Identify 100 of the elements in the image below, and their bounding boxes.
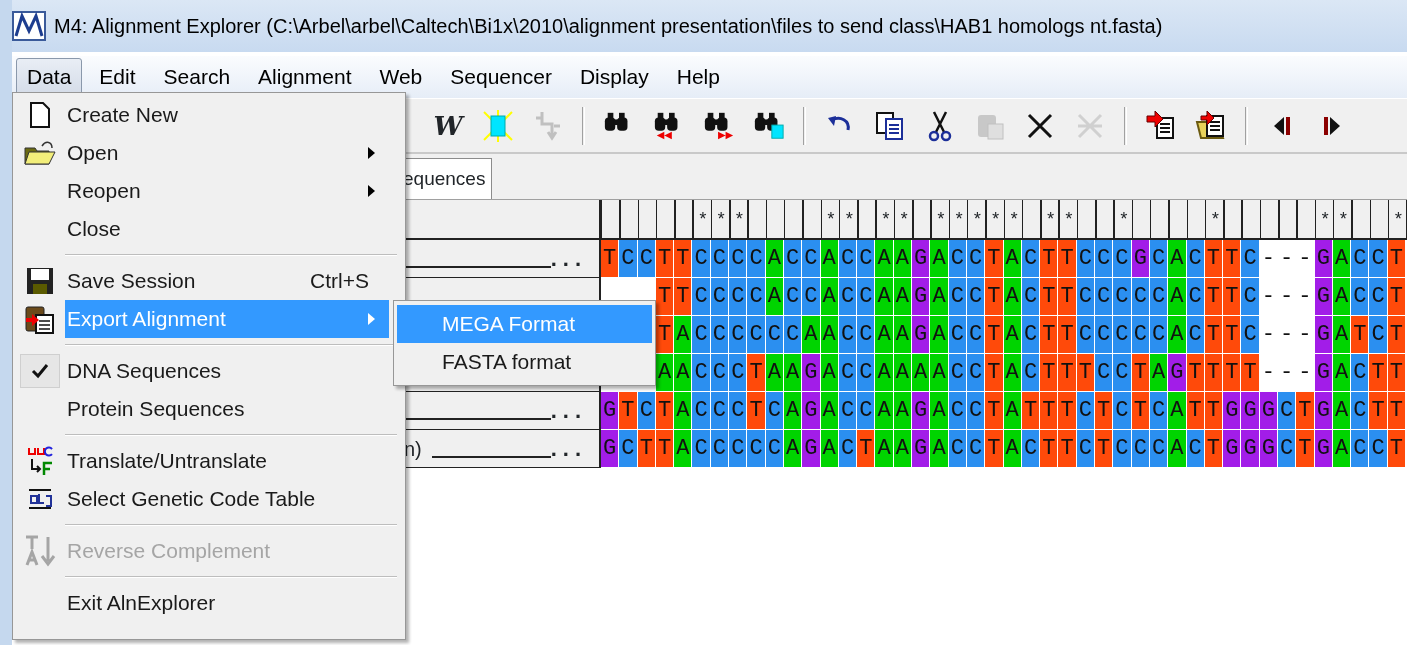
nucleotide: C bbox=[1351, 278, 1370, 316]
nucleotide: T bbox=[1223, 316, 1242, 354]
menu-item[interactable]: Edit bbox=[88, 58, 147, 96]
nucleotide: T bbox=[655, 278, 675, 316]
nucleotide: T bbox=[674, 240, 693, 278]
copy-icon[interactable] bbox=[875, 110, 905, 141]
nucleotide: C bbox=[1241, 240, 1260, 278]
nucleotide: A bbox=[875, 240, 894, 278]
binoculars-right-arrows-icon[interactable] bbox=[703, 110, 735, 141]
nucleotide: T bbox=[1241, 354, 1260, 392]
nucleotide: T bbox=[1369, 354, 1388, 392]
nucleotide: A bbox=[1168, 240, 1187, 278]
nucleotide: C bbox=[857, 354, 876, 392]
menu-item[interactable]: Sequencer bbox=[439, 58, 563, 96]
nucleotide: C bbox=[1113, 278, 1132, 316]
menu-item[interactable]: FASTA format bbox=[397, 343, 652, 381]
nucleotide: C bbox=[1351, 430, 1370, 468]
nucleotide: T bbox=[985, 430, 1004, 468]
nucleotide: T bbox=[1058, 354, 1077, 392]
nucleotide: G bbox=[601, 392, 620, 430]
nucleotide: C bbox=[1095, 316, 1114, 354]
next-icon[interactable] bbox=[1322, 114, 1342, 137]
menu-item[interactable]: Save Session Ctrl+S bbox=[65, 265, 389, 297]
nucleotide: C bbox=[1113, 316, 1132, 354]
nucleotide: C bbox=[729, 392, 748, 430]
nucleotide: A bbox=[802, 316, 821, 354]
nucleotide: A bbox=[875, 430, 894, 468]
nucleotide: T bbox=[985, 354, 1004, 392]
nucleotide: A bbox=[674, 392, 693, 430]
menu-item[interactable]: Exit AlnExplorer bbox=[65, 587, 389, 619]
nucleotide: C bbox=[1369, 430, 1388, 468]
nucleotide: A bbox=[875, 278, 894, 316]
nucleotide: C bbox=[747, 278, 766, 316]
nucleotide: C bbox=[857, 278, 876, 316]
binoculars-square-icon[interactable] bbox=[753, 110, 785, 141]
nucleotide: C bbox=[1369, 278, 1388, 316]
nucleotide: T bbox=[1223, 240, 1242, 278]
translate-icon bbox=[26, 445, 54, 477]
reverse-arrow-icon bbox=[24, 534, 56, 568]
folder-document-icon[interactable] bbox=[1195, 109, 1227, 142]
menu-item[interactable]: Display bbox=[568, 58, 660, 96]
menu-item[interactable]: Create New bbox=[65, 99, 389, 131]
nucleotide: T bbox=[985, 392, 1004, 430]
nucleotide: C bbox=[747, 316, 766, 354]
nucleotide: C bbox=[857, 392, 876, 430]
nucleotide: G bbox=[802, 430, 821, 468]
menu-item[interactable]: Reopen bbox=[65, 175, 389, 207]
nucleotide: A bbox=[1168, 392, 1187, 430]
nucleotide: T bbox=[601, 240, 620, 278]
menu-item[interactable]: Help bbox=[665, 58, 731, 96]
close-icon[interactable] bbox=[1027, 112, 1053, 139]
nucleotide: A bbox=[930, 240, 949, 278]
nucleotide: A bbox=[930, 392, 949, 430]
nucleotide: A bbox=[674, 316, 693, 354]
nucleotide: T bbox=[1058, 240, 1077, 278]
nucleotide: C bbox=[1113, 354, 1132, 392]
previous-icon[interactable] bbox=[1272, 114, 1292, 137]
nucleotide: C bbox=[1369, 316, 1388, 354]
nucleotide: C bbox=[747, 240, 766, 278]
nucleotide: T bbox=[985, 240, 1004, 278]
menu-item[interactable]: Select Genetic Code Table bbox=[65, 483, 389, 515]
nucleotide: A bbox=[1168, 278, 1187, 316]
nucleotide: C bbox=[692, 392, 711, 430]
nucleotide: C bbox=[729, 278, 748, 316]
menu-item[interactable]: Web bbox=[368, 58, 434, 96]
menu-item[interactable]: Search bbox=[152, 58, 242, 96]
export-icon[interactable] bbox=[1145, 109, 1177, 142]
ellipsis: ... bbox=[550, 247, 587, 270]
menu-item[interactable]: Open bbox=[65, 137, 389, 169]
menu-item[interactable]: DNA Sequences bbox=[65, 355, 389, 387]
nucleotide: T bbox=[674, 278, 693, 316]
nucleotide: A bbox=[1168, 430, 1187, 468]
scissors-icon[interactable] bbox=[928, 109, 952, 142]
nucleotide: T bbox=[1223, 278, 1242, 316]
nucleotide: C bbox=[1369, 240, 1388, 278]
window-title: M4: Alignment Explorer (C:\Arbel\arbel\Caltech\Bi1x\2010\alignment presentation\files to send class\HAB1 homologs nt.fasta) bbox=[54, 14, 1163, 39]
nucleotide: T bbox=[1058, 278, 1077, 316]
menu-item[interactable]: Translate/Untranslate bbox=[65, 445, 389, 477]
nucleotide: A bbox=[930, 316, 949, 354]
bold-button[interactable]: W bbox=[432, 109, 464, 142]
nucleotide: C bbox=[1113, 392, 1132, 430]
nucleotide: C bbox=[1095, 354, 1114, 392]
nucleotide: G bbox=[802, 354, 821, 392]
nucleotide: C bbox=[1351, 240, 1370, 278]
nucleotide: C bbox=[692, 316, 711, 354]
menu-item[interactable]: Close bbox=[65, 213, 389, 245]
menu-item[interactable]: Alignment bbox=[247, 58, 363, 96]
nucleotide: T bbox=[985, 278, 1004, 316]
nucleotide: A bbox=[674, 354, 693, 392]
nucleotide: C bbox=[619, 240, 638, 278]
nucleotide: A bbox=[930, 278, 949, 316]
nucleotide: G bbox=[1241, 392, 1260, 430]
nucleotide: A bbox=[875, 316, 894, 354]
nucleotide: C bbox=[1351, 354, 1370, 392]
nucleotide: G bbox=[802, 392, 821, 430]
nucleotide: T bbox=[1095, 392, 1114, 430]
nucleotide: T bbox=[1058, 316, 1077, 354]
menu-item[interactable]: Protein Sequences bbox=[65, 393, 389, 425]
nucleotide: A bbox=[875, 354, 894, 392]
nucleotide: C bbox=[857, 240, 876, 278]
